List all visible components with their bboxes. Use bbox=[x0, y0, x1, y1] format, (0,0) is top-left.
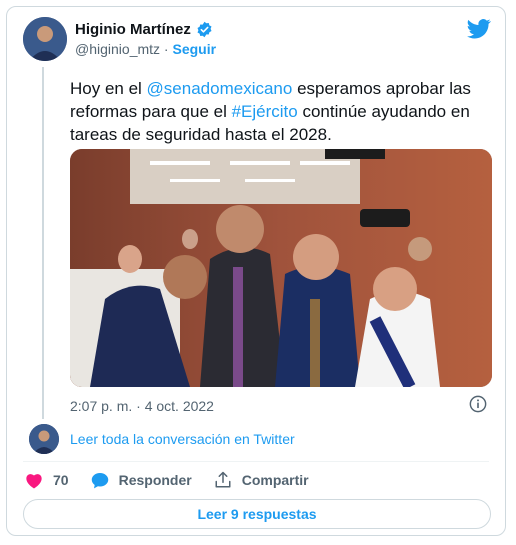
thread-avatar-photo bbox=[29, 424, 59, 454]
mention-link[interactable]: @senadomexicano bbox=[147, 79, 293, 98]
thread-avatar[interactable] bbox=[29, 424, 59, 454]
tweet-card: Higinio Martínez @higinio_mtz · Seguir H… bbox=[6, 6, 506, 536]
verified-badge-icon bbox=[197, 21, 212, 38]
tweet-photo[interactable] bbox=[70, 149, 492, 387]
info-icon[interactable] bbox=[469, 395, 487, 413]
like-count: 70 bbox=[53, 472, 69, 488]
thread-line bbox=[42, 67, 44, 419]
tweet-photo-image bbox=[70, 149, 492, 387]
reply-label: Responder bbox=[118, 472, 192, 488]
follow-button[interactable]: Seguir bbox=[172, 41, 216, 57]
tweet-actions: 70 Responder Compartir bbox=[25, 471, 331, 489]
reply-bubble-icon bbox=[91, 472, 108, 488]
share-label: Compartir bbox=[241, 472, 309, 488]
like-button[interactable]: 70 bbox=[25, 472, 69, 489]
share-button[interactable]: Compartir bbox=[214, 471, 309, 489]
heart-icon bbox=[26, 473, 42, 488]
reply-button[interactable]: Responder bbox=[91, 472, 192, 489]
read-replies-button[interactable]: Leer 9 respuestas bbox=[23, 499, 491, 529]
author-display-name[interactable]: Higinio Martínez bbox=[75, 21, 191, 38]
author-handle[interactable]: @higinio_mtz bbox=[75, 41, 160, 57]
author-avatar[interactable] bbox=[23, 17, 67, 61]
tweet-text-part: Hoy en el bbox=[70, 79, 147, 98]
read-conversation-link[interactable]: Leer toda la conversación en Twitter bbox=[70, 431, 295, 447]
hashtag-link[interactable]: #Ejército bbox=[232, 102, 298, 121]
avatar-photo bbox=[23, 17, 67, 61]
share-icon bbox=[215, 471, 231, 488]
author-name-row: Higinio Martínez bbox=[75, 21, 213, 38]
handle-separator: · bbox=[163, 41, 169, 57]
tweet-timestamp[interactable]: 2:07 p. m. · 4 oct. 2022 bbox=[70, 398, 214, 414]
divider bbox=[23, 461, 489, 462]
tweet-text: Hoy en el @senadomexicano esperamos apro… bbox=[70, 77, 495, 146]
twitter-bird-icon[interactable] bbox=[467, 19, 491, 39]
author-handle-row: @higinio_mtz · Seguir bbox=[75, 41, 216, 57]
